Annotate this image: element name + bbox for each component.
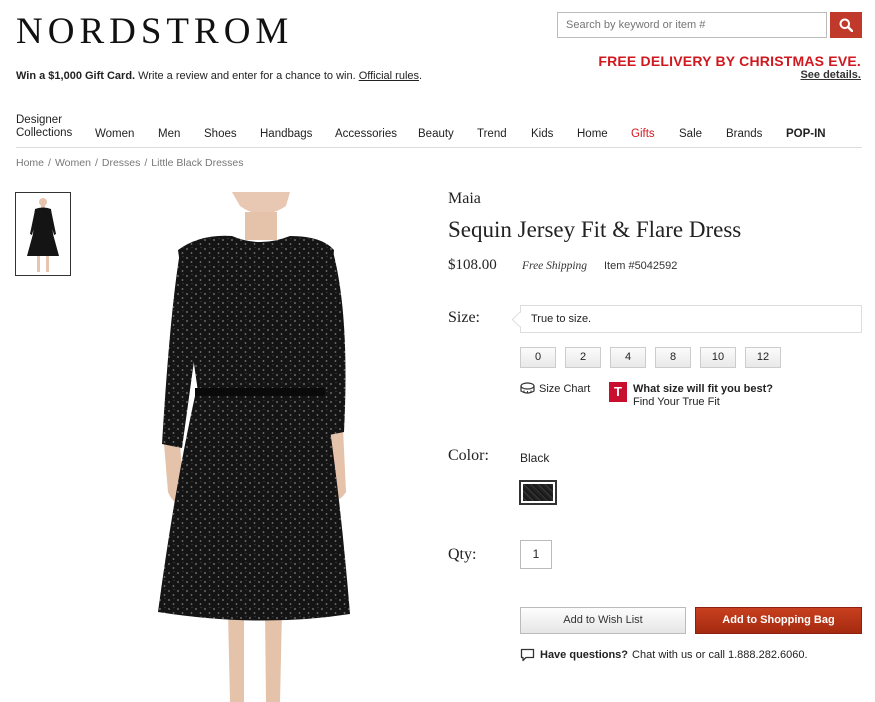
breadcrumb-separator: / [94,157,98,169]
nav-item-handbags[interactable]: Handbags [260,128,312,140]
nav-item-home[interactable]: Home [577,128,608,140]
questions-help: Have questions? Chat with us or call 1.8… [520,648,808,662]
size-option-4[interactable]: 4 [610,347,646,368]
breadcrumb-little-black-dresses[interactable]: Little Black Dresses [151,157,243,169]
product-main-image[interactable] [140,192,385,702]
size-option-8[interactable]: 8 [655,347,691,368]
size-option-2[interactable]: 2 [565,347,601,368]
sequin-dress-image [158,192,350,702]
breadcrumb-home[interactable]: Home [16,157,44,169]
nav-item-kids[interactable]: Kids [531,128,553,140]
item-number: Item #5042592 [604,260,678,272]
delivery-title: FREE DELIVERY BY CHRISTMAS EVE. [598,53,861,69]
size-label: Size: [448,309,480,326]
see-details-link[interactable]: See details. [598,69,861,81]
fit-note-tooltip: True to size. [520,305,862,333]
chat-bubble-icon [520,648,535,662]
size-chart-link[interactable]: Size Chart [520,382,590,395]
size-chart-label: Size Chart [539,382,591,395]
nav-item-designer-collections[interactable]: Designer Collections [16,114,72,140]
nav-designer-line1: Designer [16,114,63,126]
nav-item-pop-in[interactable]: POP-IN [786,128,826,140]
nordstrom-logo[interactable]: NORDSTROM [16,10,293,53]
promo-text: Write a review and enter for a chance to… [135,70,359,82]
product-thumbnail[interactable] [15,192,71,276]
add-to-shopping-bag-button[interactable]: Add to Shopping Bag [695,607,862,634]
main-nav: Designer Collections Women Men Shoes Han… [16,114,862,148]
gift-card-promo: Win a $1,000 Gift Card. Write a review a… [16,70,422,82]
nav-item-brands[interactable]: Brands [726,128,762,140]
product-title: Sequin Jersey Fit & Flare Dress [448,217,742,242]
promo-end: . [419,70,423,82]
size-option-12[interactable]: 12 [745,347,781,368]
breadcrumb-dresses[interactable]: Dresses [102,157,141,169]
truefit-question: What size will fit you best? [633,383,773,395]
nav-item-accessories[interactable]: Accessories [335,128,397,140]
add-to-wish-list-button[interactable]: Add to Wish List [520,607,686,634]
questions-contact[interactable]: Chat with us or call 1.888.282.6060. [632,649,808,661]
nav-item-women[interactable]: Women [95,128,134,140]
breadcrumb-separator: / [48,157,51,169]
tape-measure-icon [520,382,535,394]
truefit-link[interactable]: Find Your True Fit [633,396,720,408]
selected-color-name: Black [520,451,550,465]
delivery-banner: FREE DELIVERY BY CHRISTMAS EVE. See deta… [598,53,861,81]
search-button[interactable] [830,12,862,38]
product-brand[interactable]: Maia [448,190,481,208]
promo-bold-text: Win a $1,000 Gift Card. [16,70,136,82]
search-icon [839,18,853,32]
official-rules-link[interactable]: Official rules [359,70,419,82]
breadcrumb: Home / Women / Dresses / Little Black Dresses [16,157,244,169]
nav-item-trend[interactable]: Trend [477,128,507,140]
swatch-fill [523,484,553,501]
dress-thumbnail-image [27,198,59,272]
nav-item-gifts[interactable]: Gifts [631,128,655,140]
truefit-logo-icon[interactable]: T [609,382,627,402]
questions-bold: Have questions? [540,649,629,661]
product-price: $108.00 [448,257,497,273]
size-option-10[interactable]: 10 [700,347,736,368]
nav-item-men[interactable]: Men [158,128,180,140]
nav-item-beauty[interactable]: Beauty [418,128,454,140]
qty-label: Qty: [448,546,477,563]
quantity-input[interactable]: 1 [520,540,552,569]
breadcrumb-women[interactable]: Women [55,157,91,169]
color-swatch-black[interactable] [519,480,557,505]
search-input[interactable] [557,12,827,38]
color-label: Color: [448,447,489,464]
breadcrumb-separator: / [144,157,148,169]
nav-item-shoes[interactable]: Shoes [204,128,237,140]
free-shipping-label: Free Shipping [522,260,588,272]
size-option-0[interactable]: 0 [520,347,556,368]
nav-designer-line2: Collections [16,127,73,139]
nav-item-sale[interactable]: Sale [679,128,702,140]
